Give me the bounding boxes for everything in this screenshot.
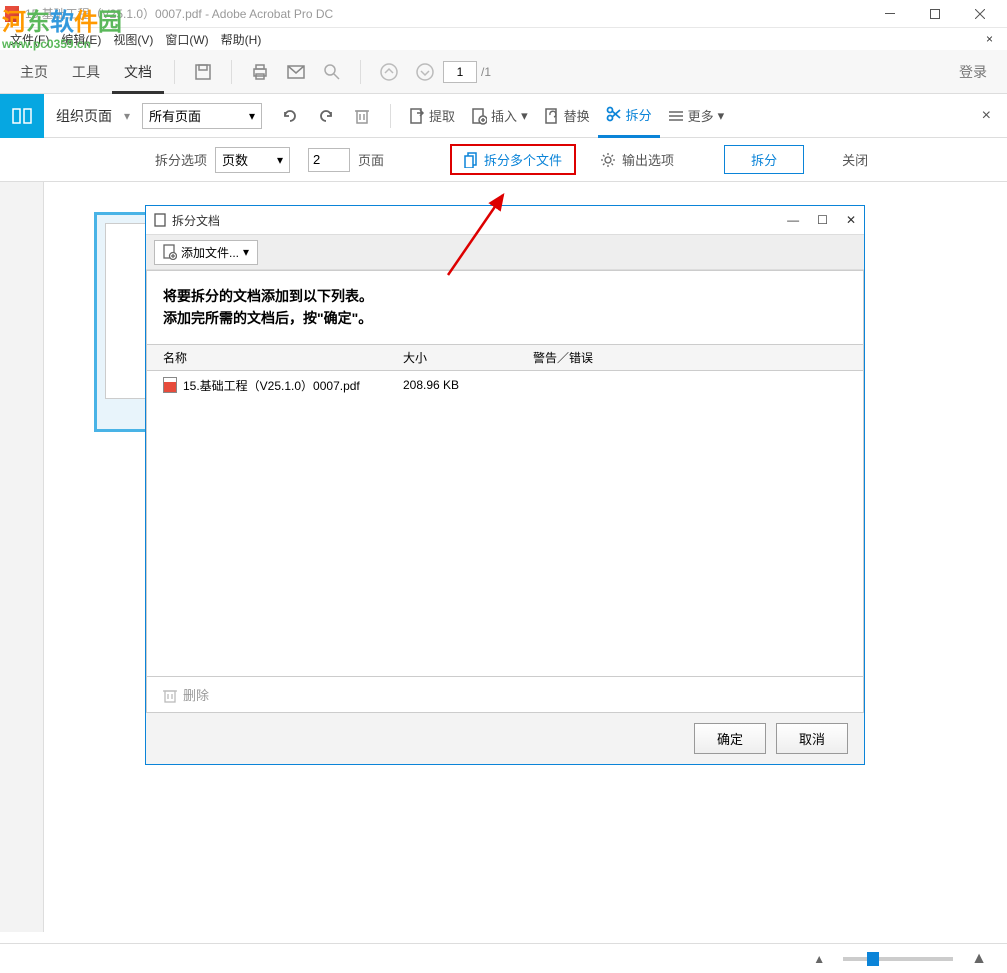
bottom-bar: ▲ ▲ <box>0 943 1007 973</box>
save-icon[interactable] <box>191 60 215 84</box>
menu-close-icon[interactable]: × <box>976 32 1003 46</box>
dialog-close-button[interactable]: ✕ <box>846 213 856 227</box>
menu-window[interactable]: 窗口(W) <box>159 29 214 50</box>
split-pages-input[interactable] <box>308 148 350 172</box>
window-title: 15.基础工程（V25.1.0）0007.pdf - Adobe Acrobat… <box>25 5 867 22</box>
dialog-table-header: 名称 大小 警告／错误 <box>147 344 863 371</box>
print-icon[interactable] <box>248 60 272 84</box>
file-size: 208.96 KB <box>403 378 533 392</box>
split-options-bar: 拆分选项 页数▾ 页面 拆分多个文件 输出选项 拆分 关闭 <box>0 138 1007 182</box>
add-file-button[interactable]: 添加文件...▾ <box>154 240 258 265</box>
page-range-dropdown[interactable]: 所有页面 ▾ <box>142 103 262 129</box>
file-row[interactable]: 15.基础工程（V25.1.0）0007.pdf 208.96 KB <box>147 371 863 400</box>
separator <box>174 60 175 84</box>
separator <box>231 60 232 84</box>
replace-button[interactable]: 替换 <box>536 94 598 138</box>
main-toolbar: 主页 工具 文档 /1 登录 <box>0 50 1007 94</box>
dialog-body: 将要拆分的文档添加到以下列表。 添加完所需的文档后，按"确定"。 名称 大小 警… <box>146 270 864 713</box>
chevron-down-icon: ▾ <box>249 109 255 123</box>
menu-help[interactable]: 帮助(H) <box>215 29 268 50</box>
document-icon <box>154 213 166 227</box>
search-icon[interactable] <box>320 60 344 84</box>
rotate-right-icon[interactable] <box>316 106 336 126</box>
output-options-button[interactable]: 输出选项 <box>600 150 674 169</box>
organize-toolbar: 组织页面 ▾ 所有页面 ▾ 提取 插入▾ 替换 拆分 更多▾ × <box>0 94 1007 138</box>
maximize-button[interactable] <box>912 0 957 28</box>
organize-label: 组织页面 <box>44 106 124 126</box>
dialog-maximize-button[interactable]: ☐ <box>817 213 828 227</box>
dialog-title: 拆分文档 <box>172 212 220 229</box>
page-up-icon[interactable] <box>377 60 401 84</box>
ok-button[interactable]: 确定 <box>694 723 766 754</box>
menu-edit[interactable]: 编辑(E) <box>55 29 107 50</box>
tab-tools[interactable]: 工具 <box>60 50 112 94</box>
file-name: 15.基础工程（V25.1.0）0007.pdf <box>183 377 360 394</box>
zoom-slider[interactable] <box>843 957 953 961</box>
extract-button[interactable]: 提取 <box>401 94 463 138</box>
organize-pages-icon[interactable] <box>0 94 44 138</box>
col-size-header[interactable]: 大小 <box>403 349 533 366</box>
page-number-input[interactable] <box>443 61 477 83</box>
split-multiple-button[interactable]: 拆分多个文件 <box>450 144 576 175</box>
split-option-label: 拆分选项 <box>155 150 207 169</box>
insert-button[interactable]: 插入▾ <box>463 94 536 138</box>
thumb-large-icon[interactable]: ▲ <box>971 950 987 968</box>
tab-document[interactable]: 文档 <box>112 50 164 94</box>
dialog-add-bar: 添加文件...▾ <box>146 234 864 270</box>
cancel-button[interactable]: 取消 <box>776 723 848 754</box>
close-label[interactable]: 关闭 <box>842 150 868 169</box>
empty-space <box>147 400 863 676</box>
page-total: /1 <box>481 65 491 79</box>
page-unit-label: 页面 <box>358 150 384 169</box>
split-action-button[interactable]: 拆分 <box>724 145 804 174</box>
menu-view[interactable]: 视图(V) <box>107 29 159 50</box>
split-button[interactable]: 拆分 <box>598 94 660 138</box>
separator <box>360 60 361 84</box>
slider-thumb[interactable] <box>867 952 879 966</box>
dropdown-text: 所有页面 <box>149 106 249 125</box>
rotate-left-icon[interactable] <box>280 106 300 126</box>
pdf-icon <box>5 6 19 22</box>
split-mode-dropdown[interactable]: 页数▾ <box>215 147 290 173</box>
more-button[interactable]: 更多▾ <box>660 94 733 138</box>
tab-home[interactable]: 主页 <box>8 50 60 94</box>
mail-icon[interactable] <box>284 60 308 84</box>
delete-button[interactable]: 删除 <box>147 676 863 712</box>
menu-bar: 文件(F) 编辑(E) 视图(V) 窗口(W) 帮助(H) × <box>0 28 1007 50</box>
close-tool-icon[interactable]: × <box>966 107 1007 125</box>
col-error-header[interactable]: 警告／错误 <box>533 349 847 366</box>
window-titlebar: 15.基础工程（V25.1.0）0007.pdf - Adobe Acrobat… <box>0 0 1007 28</box>
chevron-down-icon[interactable]: ▾ <box>124 109 130 123</box>
delete-icon[interactable] <box>352 106 372 126</box>
login-link[interactable]: 登录 <box>947 62 999 82</box>
split-document-dialog: 拆分文档 — ☐ ✕ 添加文件...▾ 将要拆分的文档添加到以下列表。 添加完所… <box>145 205 865 765</box>
page-down-icon[interactable] <box>413 60 437 84</box>
close-button[interactable] <box>957 0 1002 28</box>
pdf-icon <box>163 377 177 393</box>
minimize-button[interactable] <box>867 0 912 28</box>
dialog-message: 将要拆分的文档添加到以下列表。 添加完所需的文档后，按"确定"。 <box>147 271 863 344</box>
dialog-titlebar: 拆分文档 — ☐ ✕ <box>146 206 864 234</box>
dialog-footer: 确定 取消 <box>146 713 864 764</box>
thumb-small-icon[interactable]: ▲ <box>813 952 825 966</box>
dialog-minimize-button[interactable]: — <box>787 213 799 227</box>
left-sidebar <box>0 182 44 932</box>
col-name-header[interactable]: 名称 <box>163 349 403 366</box>
separator <box>390 104 391 128</box>
menu-file[interactable]: 文件(F) <box>4 29 55 50</box>
